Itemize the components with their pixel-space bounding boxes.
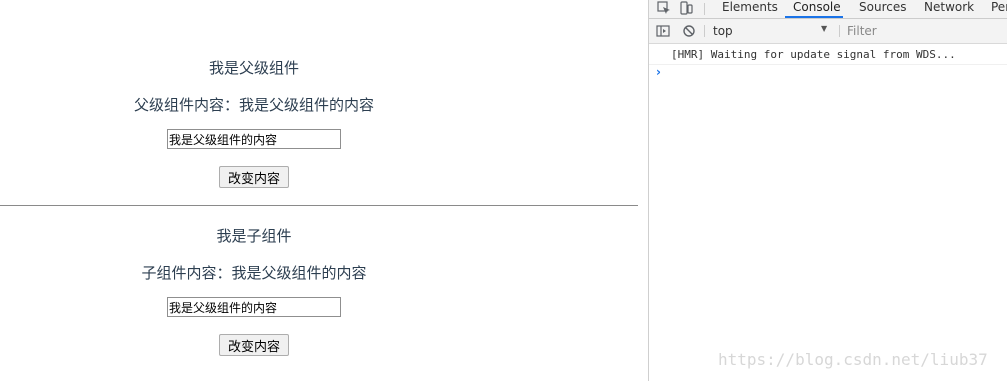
console-toolbar: top ▼ Filter [649, 19, 1007, 44]
child-title: 我是子组件 [216, 227, 292, 245]
console-message-row: [HMR] Waiting for update signal from WDS… [649, 44, 1007, 65]
tab-console-label: Console [793, 0, 841, 14]
tab-performance[interactable]: Per [991, 0, 1007, 18]
context-dropdown-icon[interactable]: ▼ [821, 24, 827, 33]
parent-title: 我是父级组件 [208, 59, 299, 77]
app-page: 我是父级组件 父级组件内容：我是父级组件的内容 改变内容 我是子组件 子组件内容… [0, 0, 648, 381]
inspect-element-icon[interactable] [657, 1, 671, 15]
parent-content-input[interactable] [167, 129, 341, 149]
devtools-panel: Elements Console Sources Network Per top… [648, 0, 1007, 381]
parent-content-line: 父级组件内容：我是父级组件的内容 [133, 96, 374, 114]
filter-separator [839, 25, 840, 37]
console-message: [HMR] Waiting for update signal from WDS… [671, 48, 956, 61]
tab-network[interactable]: Network [924, 0, 974, 18]
sidebar-toggle-icon[interactable] [656, 24, 670, 38]
child-change-button[interactable]: 改变内容 [219, 334, 289, 356]
devtools-tabbar: Elements Console Sources Network Per [649, 0, 1007, 19]
tab-elements[interactable]: Elements [722, 0, 778, 18]
console-filter-input[interactable]: Filter [847, 24, 877, 38]
toolbar-separator [704, 25, 705, 37]
parent-change-button[interactable]: 改变内容 [219, 166, 289, 188]
console-prompt-icon[interactable]: › [656, 65, 661, 79]
tabbar-separator [704, 3, 705, 15]
child-content-input[interactable] [167, 297, 341, 317]
component-divider [0, 205, 638, 206]
watermark-text: https://blog.csdn.net/liub37 [718, 350, 988, 369]
device-toolbar-icon[interactable] [679, 1, 693, 15]
tab-console[interactable]: Console [785, 0, 843, 18]
context-selector[interactable]: top [713, 24, 733, 38]
child-content-line: 子组件内容：我是父级组件的内容 [141, 264, 367, 282]
clear-console-icon[interactable] [682, 24, 696, 38]
tab-sources[interactable]: Sources [859, 0, 906, 18]
